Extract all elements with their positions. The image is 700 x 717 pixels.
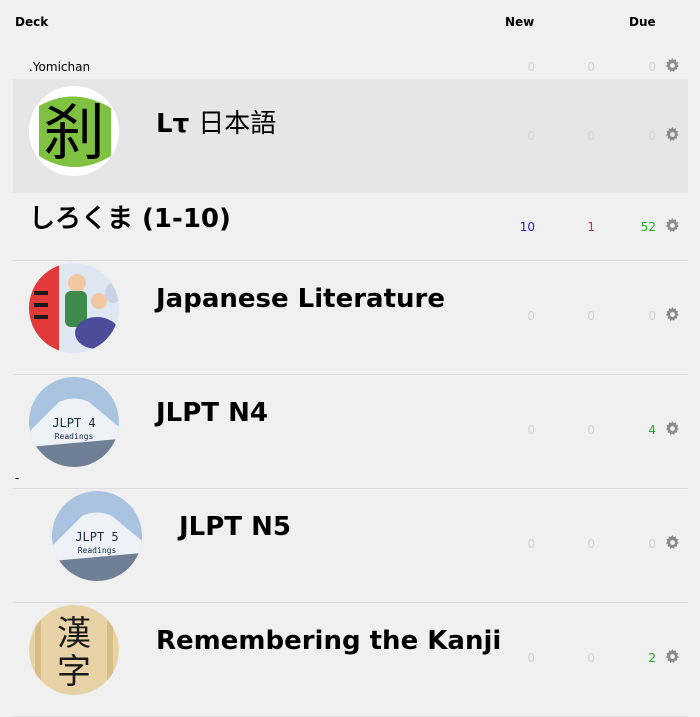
deck-avatar: JLPT 5 Readings [52,491,142,581]
count-due: 0 [648,60,656,74]
avatar-subtext: Readings [55,432,94,441]
count-due: 0 [648,537,656,551]
deck-name[interactable]: JLPT N5 [179,512,291,542]
deck-dash-label[interactable]: - [15,471,19,485]
column-header-new: New [505,15,535,29]
deck-name[interactable]: JLPT N4 [156,398,268,428]
count-learn: 0 [587,423,595,437]
gear-icon[interactable] [665,307,680,322]
deck-name[interactable]: Lτ 日本語 [156,103,276,140]
deck-avatar [29,263,119,353]
avatar-text: JLPT 4 [52,416,95,430]
count-new: 0 [527,60,535,74]
avatar-glyph-char: 漢 [57,614,91,654]
gear-icon[interactable] [665,127,680,142]
column-header-deck: Deck [15,15,49,29]
count-learn: 0 [587,651,595,665]
column-header-due: Due [629,15,656,29]
deck-row-jlpt-n5[interactable]: JLPT 5 Readings JLPT N5 0 0 0 [13,489,688,603]
count-learn: 0 [587,537,595,551]
count-learn: 0 [587,60,595,74]
count-due: 4 [648,423,656,437]
count-learn: 0 [587,129,595,143]
count-new: 0 [527,423,535,437]
avatar-subtext: Readings [78,546,117,555]
deck-row-remembering-the-kanji[interactable]: 漢字 Remembering the Kanji 0 0 2 [13,603,688,717]
count-new: 10 [519,220,535,234]
avatar-glyph-char: 字 [57,652,91,692]
count-due: 0 [648,129,656,143]
deck-row-japanese-literature[interactable]: Japanese Literature 0 0 0 [13,261,688,375]
deck-name-latin: Lτ [156,109,190,139]
deck-name[interactable]: Japanese Literature [156,284,445,314]
count-due: 2 [648,651,656,665]
deck-row-jlpt-n4[interactable]: JLPT 4 Readings JLPT N4 0 0 4 [13,375,688,489]
gear-icon[interactable] [665,535,680,550]
gear-icon[interactable] [665,58,680,73]
count-learn: 0 [587,309,595,323]
deck-avatar: JLPT 4 Readings [29,377,119,467]
deck-yomichan-label[interactable]: .Yomichan [29,60,90,74]
count-due: 0 [648,309,656,323]
deck-row-shirokuma[interactable]: しろくま (1-10) 10 1 52 [13,193,688,261]
count-new: 0 [527,651,535,665]
count-new: 0 [527,537,535,551]
avatar-glyph: 刹 [43,96,105,169]
deck-avatar: 刹 [29,86,119,176]
gear-icon[interactable] [665,218,680,233]
deck-name-jp: 日本語 [198,109,277,139]
deck-row-nihongo[interactable]: 刹 Lτ 日本語 0 0 0 [13,79,688,193]
count-due: 52 [640,220,656,234]
gear-icon[interactable] [665,421,680,436]
count-learn: 1 [587,220,595,234]
deck-name[interactable]: しろくま (1-10) [29,198,231,235]
avatar-glyph: 漢字 [57,614,91,692]
avatar-text: JLPT 5 [75,530,118,544]
deck-name[interactable]: Remembering the Kanji [156,626,501,656]
gear-icon[interactable] [665,649,680,664]
count-new: 0 [527,129,535,143]
deck-avatar: 漢字 [29,605,119,695]
count-new: 0 [527,309,535,323]
